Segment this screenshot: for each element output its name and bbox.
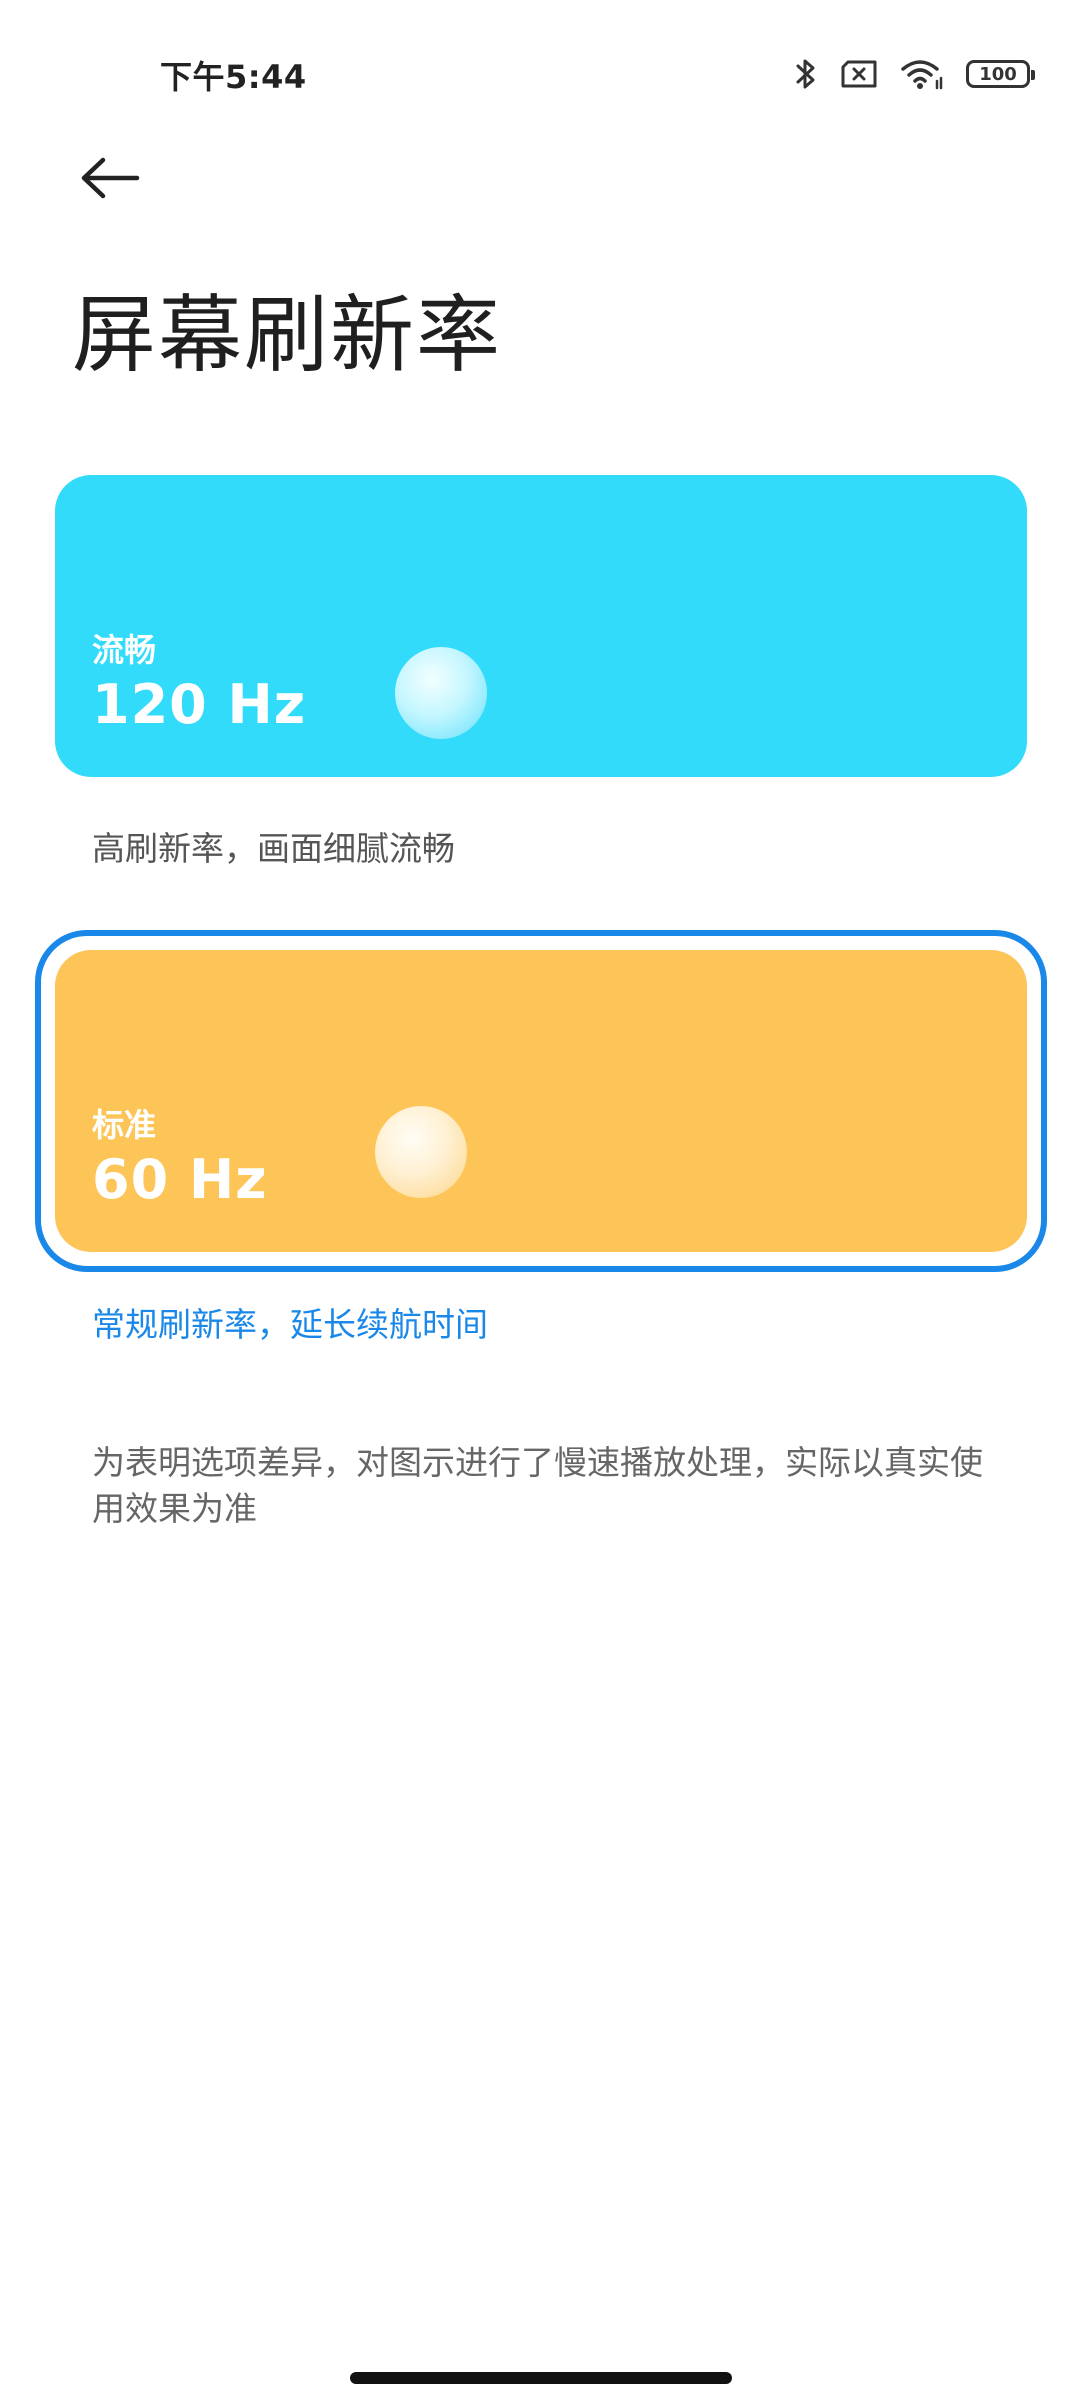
animation-ball [375, 1106, 467, 1198]
animation-ball [395, 647, 487, 739]
back-button[interactable] [70, 140, 150, 220]
option-description: 高刷新率，画面细腻流畅 [92, 829, 455, 868]
arrow-left-icon [79, 156, 141, 204]
battery-icon: 100 [966, 60, 1035, 88]
option-card-120hz[interactable]: 流畅 120 Hz [55, 475, 1027, 777]
option-rate-label: 60 Hz [92, 1148, 268, 1211]
bluetooth-icon [794, 56, 818, 92]
home-indicator[interactable] [350, 2372, 732, 2384]
disclaimer-note: 为表明选项差异，对图示进行了慢速播放处理，实际以真实使用效果为准 [92, 1443, 983, 1528]
status-icons: 100 [794, 52, 1035, 96]
wifi-icon [900, 57, 944, 91]
status-time: 下午5:44 [160, 58, 307, 96]
option-card-60hz[interactable]: 标准 60 Hz [55, 950, 1027, 1252]
status-bar: 下午5:44 100 [0, 0, 1080, 150]
option-description: 常规刷新率，延长续航时间 [92, 1305, 488, 1344]
option-mode-label: 流畅 [92, 631, 157, 669]
option-mode-label: 标准 [92, 1106, 157, 1144]
battery-level: 100 [979, 63, 1017, 85]
option-rate-label: 120 Hz [92, 673, 307, 736]
sim-x-icon [840, 59, 878, 89]
page-title: 屏幕刷新率 [72, 286, 503, 384]
